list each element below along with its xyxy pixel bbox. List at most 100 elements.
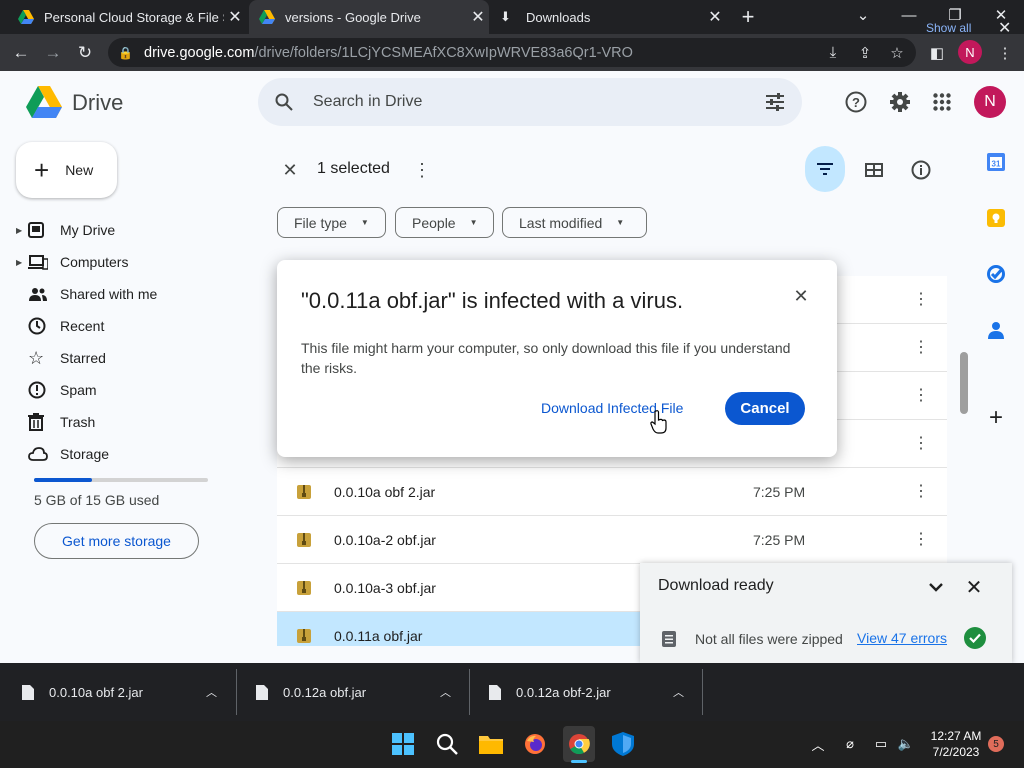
sidebar-item-shared[interactable]: Shared with me [16,278,236,310]
cancel-button[interactable]: Cancel [725,392,805,425]
drive-logo-text: Drive [72,90,124,115]
close-tab-icon[interactable]: ✕ [704,7,726,27]
tab-personal-cloud[interactable]: Personal Cloud Storage & File Sh ✕ [8,0,246,34]
chevron-up-icon[interactable]: ︿ [673,684,684,700]
browser-profile-avatar[interactable]: N [958,40,982,64]
tab-downloads[interactable]: ⬇ Downloads ✕ [490,0,726,34]
back-icon[interactable]: ← [6,34,36,71]
download-item[interactable]: 0.0.10a obf 2.jar ︿ [0,663,236,721]
clock-time[interactable]: 12:27 AM [928,729,984,743]
chrome-icon[interactable] [563,726,595,762]
drive-search-bar[interactable]: Search in Drive [258,78,802,126]
chevron-down-icon[interactable] [924,575,948,599]
keep-icon[interactable] [982,204,1010,232]
sidebar-item-starred[interactable]: ☆ Starred [16,342,236,374]
dropdown-caret-icon: ▼ [469,218,478,227]
calendar-icon[interactable]: 31 [982,148,1010,176]
sidebar-item-storage[interactable]: Storage [16,438,236,470]
filter-last-modified[interactable]: Last modified ▼ [502,207,647,238]
address-bar[interactable]: 🔒 drive.google.com/drive/folders/1LCjYCS… [108,38,916,67]
share-icon[interactable]: ⇪ [850,38,880,67]
new-button-label: New [65,162,94,178]
windows-security-icon[interactable] [608,729,638,759]
clock-date[interactable]: 7/2/2023 [928,745,984,759]
drive-logo-icon [26,86,62,118]
taskbar-search-icon[interactable] [432,729,462,759]
get-more-storage-button[interactable]: Get more storage [34,523,199,559]
browser-menu-icon[interactable]: ⋮ [990,38,1020,67]
close-shelf-icon[interactable]: ✕ [998,18,1011,38]
file-more-icon[interactable]: ⋮ [913,481,929,501]
download-panel-title: Download ready [658,577,774,594]
storage-bar-fill [34,478,92,482]
firefox-icon[interactable] [520,729,550,759]
list-view-toggle[interactable] [805,146,845,192]
clear-selection-icon[interactable]: ✕ [276,156,304,184]
search-icon[interactable] [275,93,293,111]
help-icon[interactable]: ? [840,86,872,118]
new-button[interactable]: + New [16,142,117,198]
storage-usage-text: 5 GB of 15 GB used [34,492,160,508]
sidebar-item-recent[interactable]: Recent [16,310,236,342]
expand-arrow-icon[interactable]: ▶ [16,258,28,267]
chevron-up-icon[interactable]: ︿ [206,684,217,700]
more-actions-icon[interactable]: ⋮ [410,156,434,184]
reload-icon[interactable]: ↻ [70,34,100,71]
volume-icon[interactable]: 🔈 [896,735,916,753]
close-tab-icon[interactable]: ✕ [467,7,489,27]
filter-people[interactable]: People ▼ [395,207,494,238]
download-item[interactable]: 0.0.12a obf-2.jar ︿ [467,663,701,721]
close-icon[interactable]: ✕ [791,286,811,306]
chevron-up-icon[interactable]: ︿ [440,684,451,700]
sidebar-item-computers[interactable]: ▶ Computers [16,246,236,278]
bookmark-star-icon[interactable]: ☆ [882,38,912,67]
side-panel-icon[interactable]: ◧ [922,38,952,67]
file-more-icon[interactable]: ⋮ [913,385,929,405]
download-item[interactable]: 0.0.12a obf.jar ︿ [234,663,468,721]
search-input[interactable]: Search in Drive [313,93,422,111]
file-more-icon[interactable]: ⋮ [913,337,929,357]
new-tab-button[interactable]: + [736,4,760,29]
display-icon[interactable]: ▭ [871,735,891,753]
dialog-message: This file might harm your computer, so o… [301,340,791,376]
contacts-icon[interactable] [982,316,1010,344]
file-explorer-icon[interactable] [476,729,506,759]
tab-versions-drive[interactable]: versions - Google Drive ✕ [249,0,489,34]
sidebar-item-my-drive[interactable]: ▶ My Drive [16,214,236,246]
clock-icon [28,317,60,335]
tab-search-icon[interactable]: ⌄ [840,0,886,30]
tray-overflow-icon[interactable]: ︿ [808,735,828,753]
close-tab-icon[interactable]: ✕ [224,7,246,27]
filter-file-type[interactable]: File type ▼ [277,207,386,238]
install-app-icon[interactable]: ⤓ [818,38,848,67]
network-offline-icon[interactable]: ⌀ [840,735,860,753]
view-errors-link[interactable]: View 47 errors [857,630,947,646]
google-apps-icon[interactable] [926,86,958,118]
windows-start-icon[interactable] [388,729,418,759]
file-row[interactable]: 0.0.10a-2 obf.jar 7:25 PM ⋮ [277,516,947,564]
spam-icon [28,381,60,399]
plus-icon: + [34,154,50,185]
tasks-icon[interactable] [982,260,1010,288]
grid-view-icon[interactable] [860,156,888,184]
search-options-icon[interactable] [765,93,785,111]
info-icon[interactable] [907,156,935,184]
account-avatar[interactable]: N [974,86,1006,118]
file-row[interactable]: 0.0.10a obf 2.jar 7:25 PM ⋮ [277,468,947,516]
scrollbar-thumb[interactable] [960,352,968,414]
expand-arrow-icon[interactable]: ▶ [16,226,28,235]
file-more-icon[interactable]: ⋮ [913,529,929,549]
file-more-icon[interactable]: ⋮ [913,433,929,453]
filter-label: Last modified [519,214,603,231]
add-addon-icon[interactable]: + [982,404,1010,432]
settings-gear-icon[interactable] [884,86,916,118]
sidebar-item-trash[interactable]: Trash [16,406,236,438]
sidebar-item-spam[interactable]: Spam [16,374,236,406]
notification-badge[interactable]: 5 [988,736,1004,752]
forward-icon[interactable]: → [38,34,68,71]
show-all-downloads-link[interactable]: Show all [926,21,971,35]
google-drive-icon [259,10,275,24]
file-more-icon[interactable]: ⋮ [913,289,929,309]
virus-warning-dialog: "0.0.11a obf.jar" is infected with a vir… [277,260,837,457]
close-icon[interactable]: ✕ [962,575,986,599]
